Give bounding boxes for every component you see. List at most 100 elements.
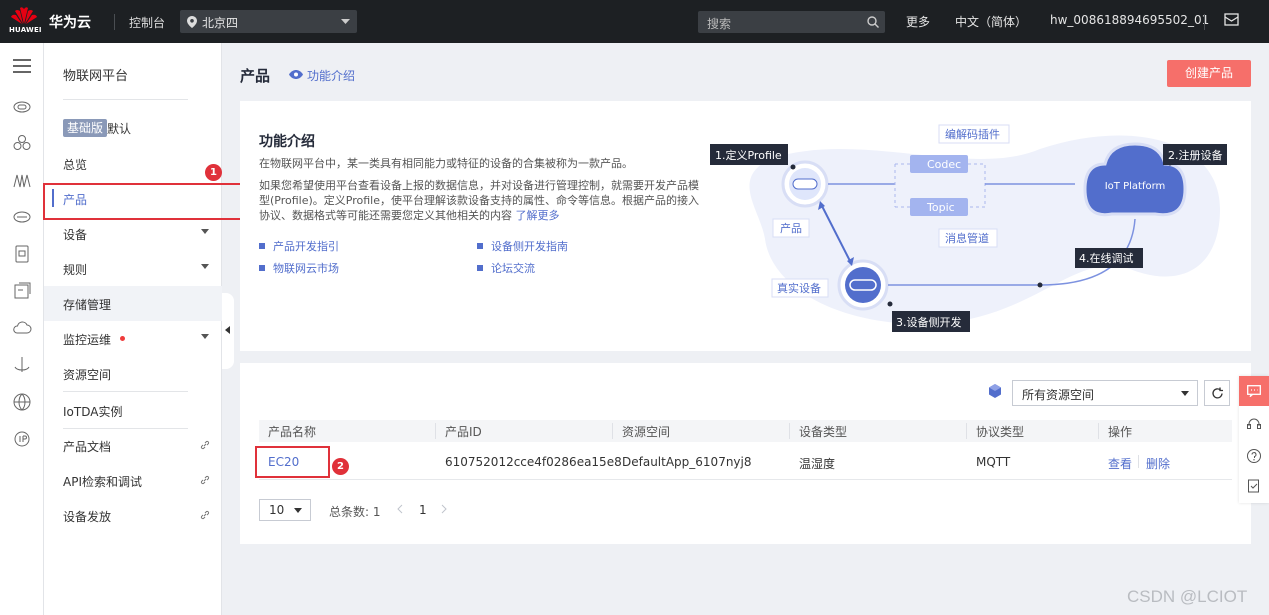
- sidebar-item-device[interactable]: 设备: [44, 216, 222, 251]
- cloud-icon[interactable]: [12, 318, 32, 338]
- product-id: 610752012cce4f0286ea15e8: [445, 455, 622, 469]
- forum-link[interactable]: 论坛交流: [477, 260, 535, 276]
- chevron-left-icon[interactable]: [397, 504, 403, 514]
- resource-space-select[interactable]: 所有资源空间: [1012, 380, 1198, 406]
- sidebar-item-label: 设备发放: [63, 510, 112, 524]
- antenna-icon[interactable]: [12, 355, 32, 375]
- sidebar-item-resource-space[interactable]: 资源空间: [44, 356, 222, 391]
- edition-default-label: 默认: [107, 122, 132, 136]
- chat-button[interactable]: [1239, 376, 1269, 406]
- current-page[interactable]: 1: [419, 503, 427, 517]
- network-icon[interactable]: [12, 170, 32, 190]
- column-divider: [435, 423, 436, 439]
- external-link-icon: [200, 510, 210, 520]
- diagram-step2: 2.注册设备: [1168, 148, 1223, 162]
- resource-space-cube-icon: [987, 383, 1003, 399]
- sidebar-item-label: IoTDA实例: [63, 405, 123, 419]
- storage-icon[interactable]: [12, 207, 32, 227]
- table-row: EC20 610752012cce4f0286ea15e8 DefaultApp…: [259, 442, 1232, 480]
- annotation-box-product: [43, 183, 246, 220]
- device-type: 温湿度: [799, 457, 836, 471]
- chevron-down-icon: [341, 19, 350, 24]
- column-divider: [612, 423, 613, 439]
- diagram-step4: 4.在线调试: [1079, 251, 1134, 265]
- link-label: 物联网云市场: [273, 262, 339, 275]
- server-icon[interactable]: [12, 281, 32, 301]
- cloud-service-icon[interactable]: [12, 96, 32, 116]
- action-divider: [1138, 455, 1139, 468]
- chevron-right-icon[interactable]: [441, 504, 447, 514]
- column-header: 协议类型: [976, 425, 1025, 439]
- column-header: 产品ID: [445, 425, 482, 439]
- sidebar-item-rules[interactable]: 规则: [44, 251, 222, 286]
- diagram-step3: 3.设备侧开发: [896, 315, 962, 329]
- annotation-box-ec20: [255, 446, 330, 478]
- column-divider: [966, 423, 967, 439]
- intro-paragraph: 在物联网平台中，某一类具有相同能力或特征的设备的合集被称为一款产品。: [259, 157, 633, 170]
- caret-left-icon: [225, 326, 230, 334]
- page-size-select[interactable]: 10: [259, 499, 311, 521]
- product-table-card: 所有资源空间 产品名称 产品ID 资源空间 设备类型 协议类型 操作 EC20 …: [240, 363, 1251, 544]
- database-icon[interactable]: [12, 244, 32, 264]
- protocol-type: MQTT: [976, 455, 1011, 469]
- globe-icon[interactable]: [12, 392, 32, 412]
- sidebar-item-monitoring[interactable]: 监控运维: [44, 321, 222, 356]
- more-menu[interactable]: 更多: [906, 13, 930, 30]
- cluster-icon[interactable]: [12, 133, 32, 153]
- diagram-real-device: 真实设备: [777, 281, 821, 295]
- sidebar-item-label: 规则: [63, 263, 88, 277]
- sidebar-item-label: 总览: [63, 158, 88, 172]
- sidebar-collapse-toggle[interactable]: [222, 293, 234, 369]
- function-intro-link[interactable]: 功能介绍: [307, 67, 355, 84]
- sidebar-item-iotda-instance[interactable]: IoTDA实例: [44, 393, 222, 428]
- feedback-icon[interactable]: [1246, 478, 1262, 494]
- refresh-icon: [1212, 387, 1223, 399]
- search-placeholder: 搜索: [707, 17, 732, 31]
- brand-name[interactable]: 华为云: [49, 12, 91, 32]
- alert-dot: [120, 336, 125, 341]
- watermark: CSDN @LCIOT: [1127, 587, 1248, 606]
- link-label: 论坛交流: [491, 262, 535, 275]
- view-action[interactable]: 查看: [1108, 455, 1132, 472]
- ip-icon[interactable]: [12, 429, 32, 449]
- menu-icon[interactable]: [12, 57, 32, 77]
- caret-down-icon: [294, 508, 302, 513]
- column-header: 产品名称: [268, 425, 317, 439]
- region-select[interactable]: 北京四: [180, 10, 357, 33]
- sidebar-item-label: 设备: [63, 228, 88, 242]
- total-count: 总条数: 1: [329, 505, 381, 519]
- sidebar-item-label: API检索和调试: [63, 475, 142, 489]
- search-icon[interactable]: [867, 16, 879, 28]
- user-menu[interactable]: hw_008618894695502_01: [1050, 13, 1209, 27]
- sidebar-title: 物联网平台: [63, 69, 129, 84]
- annotation-number: 2: [332, 458, 349, 475]
- sidebar-item-storage[interactable]: 存储管理: [44, 286, 222, 321]
- iot-marketplace-link[interactable]: 物联网云市场: [259, 260, 339, 276]
- sidebar-item-api-explorer[interactable]: API检索和调试: [44, 463, 222, 498]
- device-dev-guide-link[interactable]: 设备侧开发指南: [477, 238, 568, 254]
- help-icon[interactable]: [1246, 448, 1262, 464]
- intro-title: 功能介绍: [259, 134, 315, 150]
- create-product-button[interactable]: 创建产品: [1167, 60, 1251, 87]
- customer-service-icon[interactable]: [1246, 417, 1262, 433]
- column-divider: [1098, 423, 1099, 439]
- sidebar-item-label: 资源空间: [63, 368, 112, 382]
- mail-icon[interactable]: [1224, 13, 1239, 26]
- sidebar-item-product-docs[interactable]: 产品文档: [44, 428, 222, 463]
- console-link[interactable]: 控制台: [129, 14, 165, 31]
- diagram-step1: 1.定义Profile: [715, 148, 782, 162]
- column-header: 设备类型: [799, 425, 848, 439]
- language-menu[interactable]: 中文（简体）: [955, 13, 1027, 30]
- link-label: 产品开发指引: [273, 240, 339, 253]
- product-dev-guide-link[interactable]: 产品开发指引: [259, 238, 339, 254]
- page-title: 产品: [240, 67, 271, 85]
- sidebar-item-device-provisioning[interactable]: 设备发放: [44, 498, 222, 533]
- global-search-input[interactable]: 搜索: [698, 11, 885, 33]
- page-size-value: 10: [269, 503, 285, 517]
- refresh-button[interactable]: [1204, 380, 1230, 406]
- table-header: 产品名称 产品ID 资源空间 设备类型 协议类型 操作: [259, 420, 1232, 442]
- delete-action[interactable]: 删除: [1146, 455, 1170, 472]
- learn-more-link[interactable]: 了解更多: [516, 209, 560, 222]
- sidebar-item-overview[interactable]: 总览: [44, 146, 222, 181]
- diagram-message-pipe: 消息管道: [945, 231, 989, 245]
